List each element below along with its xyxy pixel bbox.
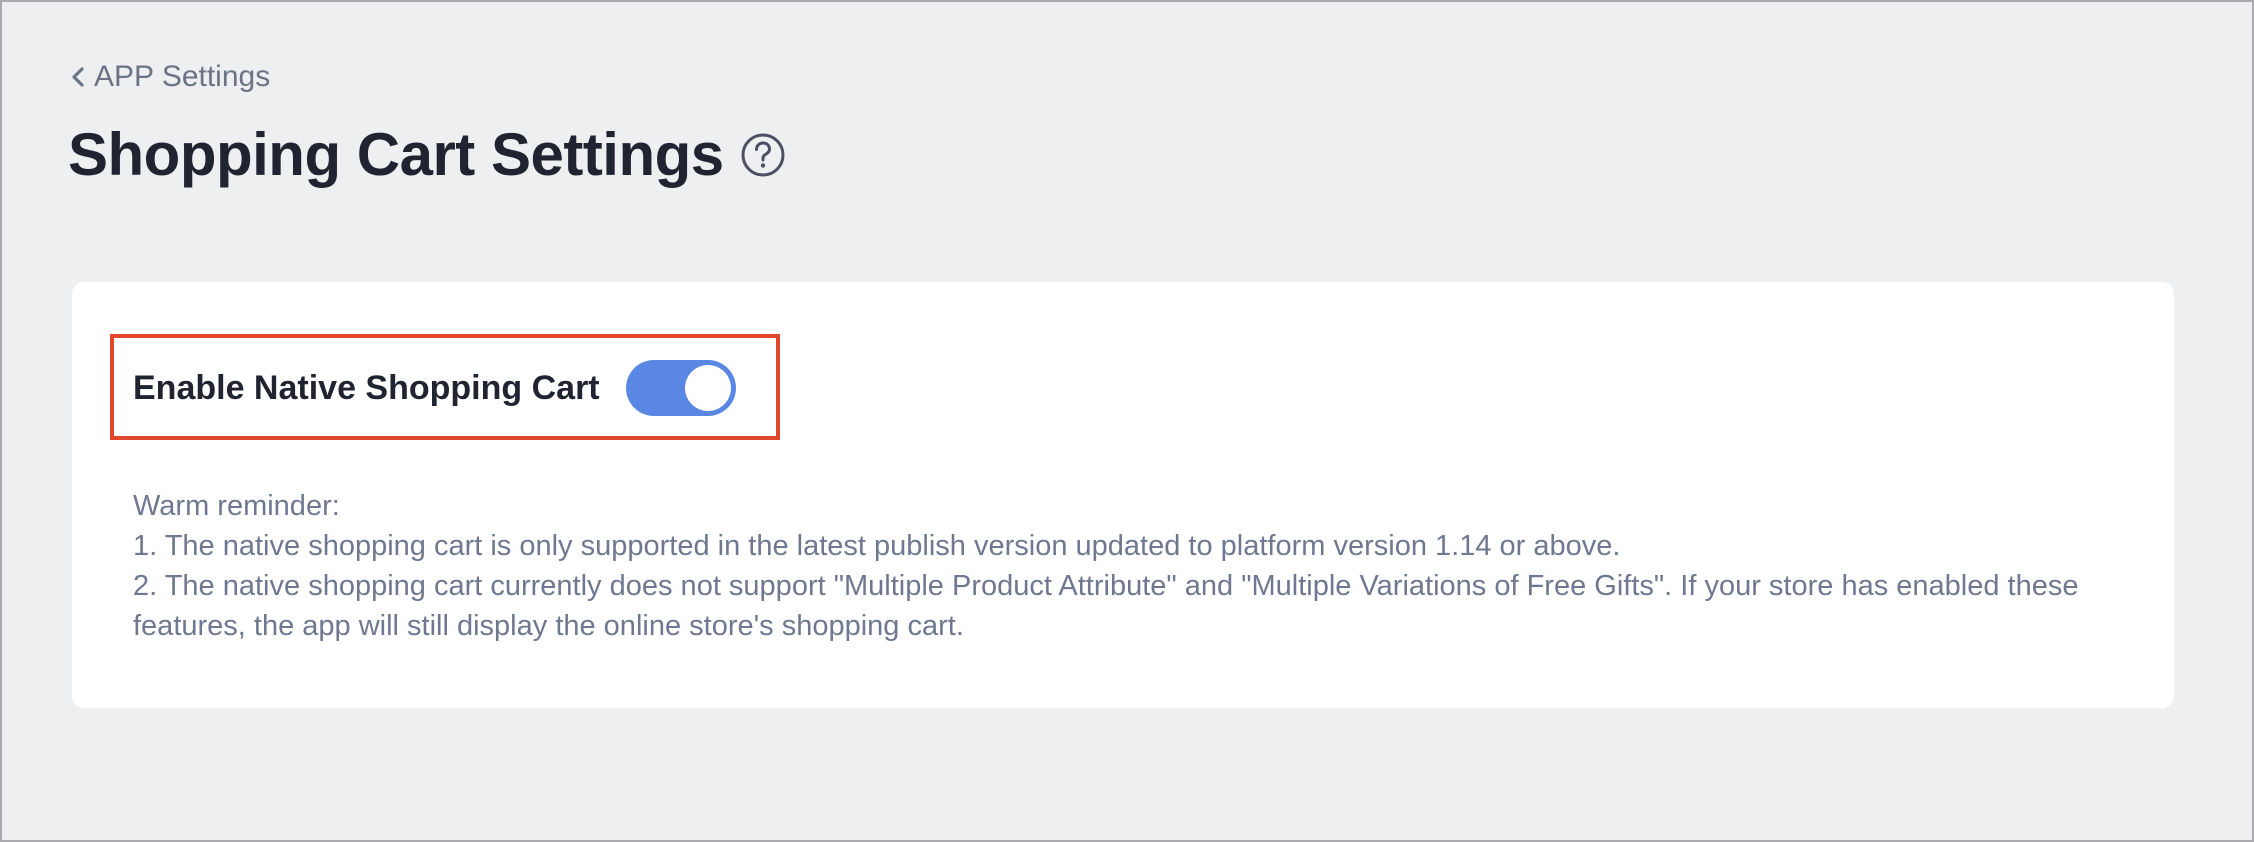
settings-card: Enable Native Shopping Cart Warm reminde… <box>72 282 2174 708</box>
chevron-left-icon <box>72 67 84 87</box>
page-title-row: Shopping Cart Settings <box>68 120 786 189</box>
app-window: APP Settings Shopping Cart Settings Enab… <box>0 0 2254 842</box>
native-cart-setting: Enable Native Shopping Cart <box>133 360 736 416</box>
reminder-item: 2. The native shopping cart currently do… <box>133 570 2079 642</box>
reminder-heading: Warm reminder: <box>133 490 340 522</box>
page-title: Shopping Cart Settings <box>68 121 724 188</box>
question-circle-icon[interactable] <box>740 132 786 178</box>
toggle-knob <box>684 365 731 411</box>
native-cart-toggle-label: Enable Native Shopping Cart <box>133 368 600 407</box>
warm-reminder: Warm reminder: 1. The native shopping ca… <box>133 486 2173 646</box>
back-link[interactable]: APP Settings <box>68 60 270 94</box>
back-link-label[interactable]: APP Settings <box>94 60 270 94</box>
reminder-item: 1. The native shopping cart is only supp… <box>133 530 1621 562</box>
native-cart-toggle[interactable] <box>625 360 736 416</box>
